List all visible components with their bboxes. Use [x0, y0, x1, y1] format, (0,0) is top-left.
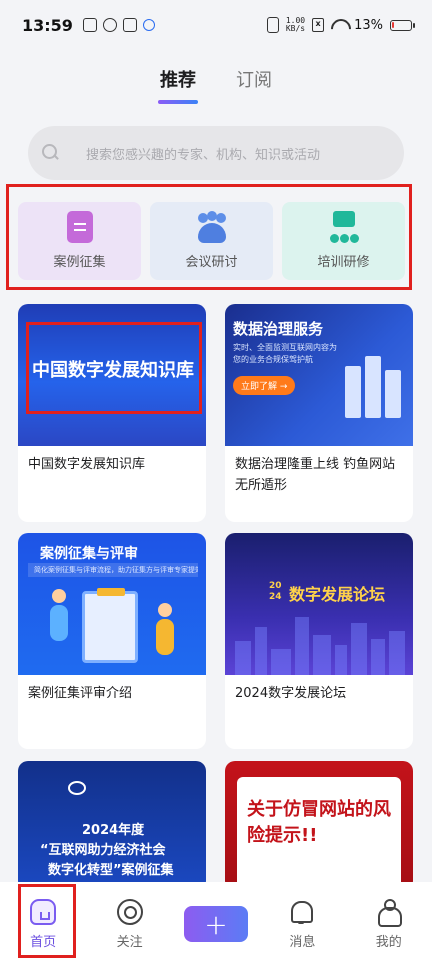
- highlight-frame: [26, 322, 202, 414]
- category-row: 案例征集 会议研讨 培训研修: [18, 202, 406, 280]
- vibrate-icon: [266, 17, 279, 33]
- card-data-governance[interactable]: 数据治理服务 实时、全面监测互联网内容为您的业务合规保驾护航 立即了解 → 数据…: [225, 304, 413, 522]
- card-title: 数据治理隆重上线 钓鱼网站无所遁形: [235, 457, 396, 493]
- search-placeholder: 搜索您感兴趣的专家、机构、知识或活动: [86, 147, 321, 163]
- category-case-collection[interactable]: 案例征集: [18, 202, 141, 280]
- app-icon: [102, 18, 117, 32]
- status-time: 13:59: [22, 15, 73, 35]
- net-speed: 1.00 KB/s: [285, 16, 306, 33]
- tab-subscribe[interactable]: 订阅: [236, 66, 272, 104]
- tab-underline: [158, 100, 198, 104]
- status-bar: 13:59 1.00 KB/s x 13%: [0, 0, 432, 50]
- category-meeting[interactable]: 会议研讨: [150, 202, 273, 280]
- top-tabs: 推荐 订阅: [0, 66, 432, 104]
- highlight-frame: [18, 884, 76, 958]
- card-image: 中国数字发展知识库: [18, 304, 206, 446]
- card-image: 关于仿冒网站的风险提示!!: [225, 761, 413, 891]
- battery-percent: 13%: [354, 17, 383, 33]
- follow-icon: [116, 898, 143, 925]
- learn-more-button: 立即了解 →: [233, 376, 296, 395]
- card-image: 2024年度 “互联网助力经济社会 数字化转型”案例征集: [18, 761, 206, 891]
- search-input[interactable]: 搜索您感兴趣的专家、机构、知识或活动: [28, 126, 404, 180]
- nav-create[interactable]: +: [181, 906, 251, 942]
- card-digital-forum[interactable]: 2024 数字发展论坛 2024数字发展论坛: [225, 533, 413, 749]
- logo-icon: [68, 781, 86, 795]
- training-icon: [327, 211, 361, 243]
- card-title: 中国数字发展知识库: [28, 457, 146, 472]
- plus-icon: +: [183, 906, 248, 942]
- inbox-icon: [82, 18, 97, 32]
- bell-icon: [291, 899, 314, 925]
- document-icon: [66, 211, 93, 243]
- profile-icon: [377, 898, 402, 927]
- status-right: 1.00 KB/s x 13%: [266, 16, 415, 33]
- card-image: 案例征集与评审 简化案例征集与评审流程，助力征集方与评审专家提效: [18, 533, 206, 675]
- card-case-review[interactable]: 案例征集与评审 简化案例征集与评审流程，助力征集方与评审专家提效 案例征集评审介…: [18, 533, 206, 749]
- no-sim-icon: x: [312, 18, 325, 32]
- search-icon: [42, 144, 60, 162]
- card-image: 数据治理服务 实时、全面监测互联网内容为您的业务合规保驾护航 立即了解 →: [225, 304, 413, 446]
- card-title: 2024数字发展论坛: [235, 686, 347, 701]
- meeting-icon: [194, 211, 230, 243]
- nav-follow[interactable]: 关注: [95, 898, 165, 950]
- card-image: 2024 数字发展论坛: [225, 533, 413, 675]
- flower-icon: [142, 19, 155, 31]
- clipboard-illustration: [82, 588, 138, 663]
- status-notification-icons: [82, 18, 155, 32]
- card-risk-warning[interactable]: 关于仿冒网站的风险提示!!: [225, 761, 413, 891]
- tiktok-icon: [122, 18, 137, 32]
- wifi-icon: [331, 19, 347, 31]
- card-case-collection-2024[interactable]: 2024年度 “互联网助力经济社会 数字化转型”案例征集: [18, 761, 206, 891]
- category-training[interactable]: 培训研修: [282, 202, 405, 280]
- card-title: 案例征集评审介绍: [28, 686, 133, 701]
- nav-profile[interactable]: 我的: [354, 898, 424, 950]
- tab-recommend[interactable]: 推荐: [158, 66, 198, 104]
- battery-icon: [390, 19, 415, 31]
- nav-messages[interactable]: 消息: [267, 899, 337, 950]
- card-knowledge-base[interactable]: 中国数字发展知识库 中国数字发展知识库: [18, 304, 206, 522]
